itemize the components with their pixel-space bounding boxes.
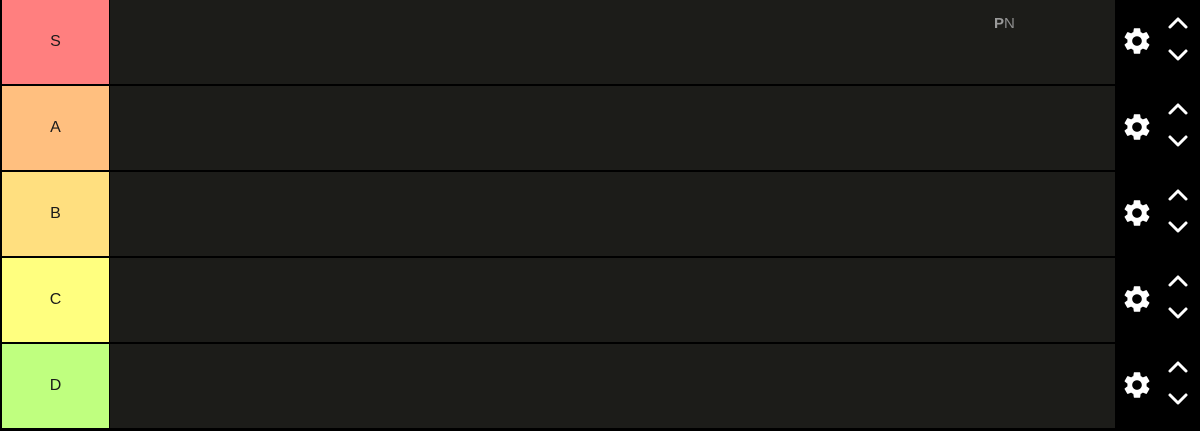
tier-row-c: C (0, 258, 1200, 344)
tier-label-s[interactable]: S (2, 0, 109, 84)
tier-items-d[interactable] (110, 344, 1115, 428)
pn-watermark: PN (994, 15, 1015, 32)
tier-row-d: D (0, 344, 1200, 430)
chevron-down-icon[interactable] (1165, 45, 1191, 65)
tier-list: S PN A B C D (0, 0, 1200, 431)
tier-controls-b (1115, 172, 1200, 258)
gear-icon[interactable] (1121, 197, 1153, 229)
tier-items-b[interactable] (110, 172, 1115, 256)
tier-controls-s (1115, 0, 1200, 86)
tier-controls-a (1115, 86, 1200, 172)
tier-items-c[interactable] (110, 258, 1115, 342)
gear-icon[interactable] (1121, 283, 1153, 315)
tier-controls-c (1115, 258, 1200, 344)
chevron-up-icon[interactable] (1165, 99, 1191, 119)
chevron-up-icon[interactable] (1165, 185, 1191, 205)
gear-icon[interactable] (1121, 111, 1153, 143)
chevron-up-icon[interactable] (1165, 357, 1191, 377)
gear-icon[interactable] (1121, 25, 1153, 57)
tier-row-s: S PN (0, 0, 1200, 86)
tier-controls-d (1115, 344, 1200, 430)
tier-row-a: A (0, 86, 1200, 172)
tier-label-b[interactable]: B (2, 172, 109, 256)
tier-label-d[interactable]: D (2, 344, 109, 428)
tier-row-b: B (0, 172, 1200, 258)
gear-icon[interactable] (1121, 369, 1153, 401)
chevron-up-icon[interactable] (1165, 271, 1191, 291)
tier-label-a[interactable]: A (2, 86, 109, 170)
chevron-up-icon[interactable] (1165, 13, 1191, 33)
chevron-down-icon[interactable] (1165, 131, 1191, 151)
pn-bold: P (994, 15, 1005, 32)
chevron-down-icon[interactable] (1165, 303, 1191, 323)
tier-items-s[interactable]: PN (110, 0, 1115, 84)
tier-items-a[interactable] (110, 86, 1115, 170)
chevron-down-icon[interactable] (1165, 389, 1191, 409)
chevron-down-icon[interactable] (1165, 217, 1191, 237)
pn-rest: N (1004, 15, 1015, 32)
tier-label-c[interactable]: C (2, 258, 109, 342)
